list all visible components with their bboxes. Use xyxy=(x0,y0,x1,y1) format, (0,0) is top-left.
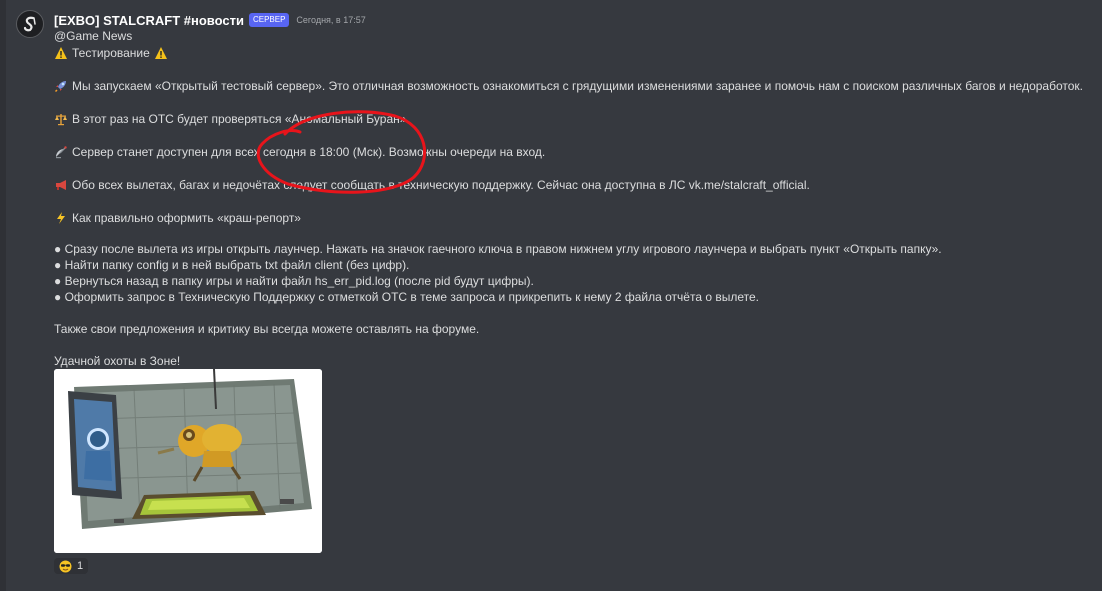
message-timestamp: Сегодня, в 17:57 xyxy=(296,15,366,25)
paragraph-launch-text: Мы запускаем «Открытый тестовый сервер».… xyxy=(72,79,1083,93)
paragraph-server-text: Сервер станет доступен для всех сегодня … xyxy=(72,145,546,159)
stalker-illustration xyxy=(54,369,322,553)
title-text: Тестирование xyxy=(72,46,150,60)
title-line: Тестирование xyxy=(54,45,168,61)
step-item: ● Оформить запрос в Техническую Поддержк… xyxy=(54,290,759,304)
reaction-count: 1 xyxy=(77,560,84,572)
warning-icon xyxy=(154,47,167,59)
paragraph-server: Сервер станет доступен для всех сегодня … xyxy=(54,144,545,160)
paragraph-crash-heading: Как правильно оформить «краш-репорт» xyxy=(54,210,301,226)
chat-message: [EXBO] STALCRAFT #новости СЕРВЕР Сегодня… xyxy=(0,0,1102,591)
paragraph-report-text: Обо всех вылетах, багах и недочётах след… xyxy=(72,178,810,192)
mention-text[interactable]: @Game News xyxy=(54,29,132,43)
paragraph-check: В этот раз на ОТС будет проверяться «Ано… xyxy=(54,111,410,127)
paragraph-forum: Также свои предложения и критику вы всег… xyxy=(54,322,480,336)
megaphone-icon xyxy=(56,180,66,190)
scales-icon xyxy=(55,114,67,126)
stalcraft-logo-icon xyxy=(23,16,36,32)
step-item: ● Сразу после вылета из игры открыть лау… xyxy=(54,242,942,256)
server-badge: СЕРВЕР xyxy=(248,13,290,27)
reaction-pill[interactable]: 1 xyxy=(54,558,89,574)
warning-icon xyxy=(55,47,67,59)
message-header: [EXBO] STALCRAFT #новости СЕРВЕР Сегодня… xyxy=(54,11,366,29)
paragraph-check-text: В этот раз на ОТС будет проверяться «Ано… xyxy=(72,112,410,126)
step-item: ● Найти папку config и в ней выбрать txt… xyxy=(54,258,410,272)
mention-line: @Game News xyxy=(54,28,132,44)
rocket-icon xyxy=(54,81,66,93)
paragraph-goodluck: Удачной охоты в Зоне! xyxy=(54,354,181,368)
paragraph-report: Обо всех вылетах, багах и недочётах след… xyxy=(54,177,810,193)
paragraph-crash-heading-text: Как правильно оформить «краш-репорт» xyxy=(72,211,301,225)
embedded-image[interactable] xyxy=(54,369,322,553)
step-item: ● Вернуться назад в папку игры и найти ф… xyxy=(54,274,534,288)
paragraph-launch: Мы запускаем «Открытый тестовый сервер».… xyxy=(54,78,1083,94)
author-name[interactable]: [EXBO] STALCRAFT #новости xyxy=(54,13,244,28)
satellite-icon xyxy=(56,146,67,159)
sunglasses-face-icon xyxy=(59,560,72,572)
lightning-icon xyxy=(57,212,65,224)
avatar[interactable] xyxy=(16,10,44,38)
